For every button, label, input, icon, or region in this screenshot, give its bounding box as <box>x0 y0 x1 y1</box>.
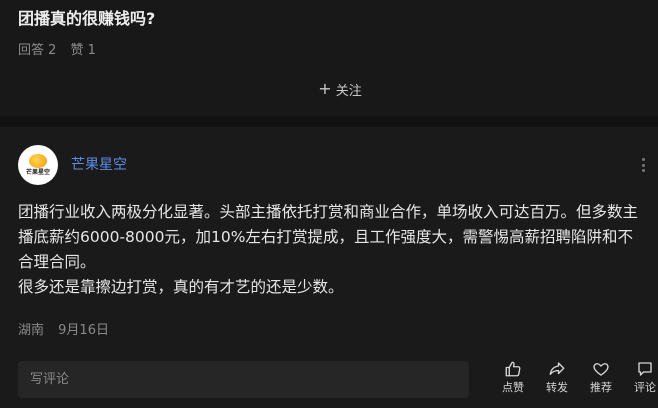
post-date: 9月16日 <box>58 323 109 338</box>
avatar-logo-text: 芒果星空 <box>25 168 50 176</box>
comment-button[interactable]: 评论 <box>625 360 658 400</box>
thumbs-up-icon <box>505 361 521 377</box>
recommend-button[interactable]: 推荐 <box>581 360 621 400</box>
share-label: 转发 <box>546 381 568 394</box>
question-title[interactable]: 团播真的很赚钱吗? <box>18 8 155 30</box>
mango-logo-icon <box>29 153 47 168</box>
answer-count[interactable]: 回答 2 <box>18 43 56 58</box>
question-stats: 回答 2 赞 1 <box>18 42 106 60</box>
post-location: 湖南 <box>18 323 45 338</box>
like-button[interactable]: 点赞 <box>493 360 533 400</box>
like-label: 点赞 <box>502 381 524 394</box>
comment-label: 评论 <box>634 381 656 394</box>
plus-icon: + <box>318 79 332 98</box>
recommend-label: 推荐 <box>590 381 612 394</box>
follow-label: 关注 <box>335 83 362 99</box>
answer-paragraph: 很多还是靠擦边打赏，真的有才艺的还是少数。 <box>18 278 344 296</box>
heart-icon <box>593 363 609 376</box>
author-name[interactable]: 芒果星空 <box>71 156 127 174</box>
follow-button[interactable]: + 关注 <box>300 78 380 100</box>
share-button[interactable]: 转发 <box>537 360 577 400</box>
post-meta: 湖南 9月16日 <box>18 322 119 340</box>
more-vertical-icon[interactable] <box>636 158 650 172</box>
comment-input[interactable]: 写评论 <box>18 361 469 398</box>
answer-content: 团播行业收入两极分化显著。头部主播依托打赏和商业合作，单场收入可达百万。但多数主… <box>18 200 648 300</box>
like-count: 赞 1 <box>70 43 96 58</box>
share-arrow-icon <box>549 362 565 375</box>
answer-paragraph: 团播行业收入两极分化显著。头部主播依托打赏和商业合作，单场收入可达百万。但多数主… <box>18 203 639 271</box>
avatar[interactable]: 芒果星空 <box>18 145 58 185</box>
comment-icon <box>638 362 652 376</box>
